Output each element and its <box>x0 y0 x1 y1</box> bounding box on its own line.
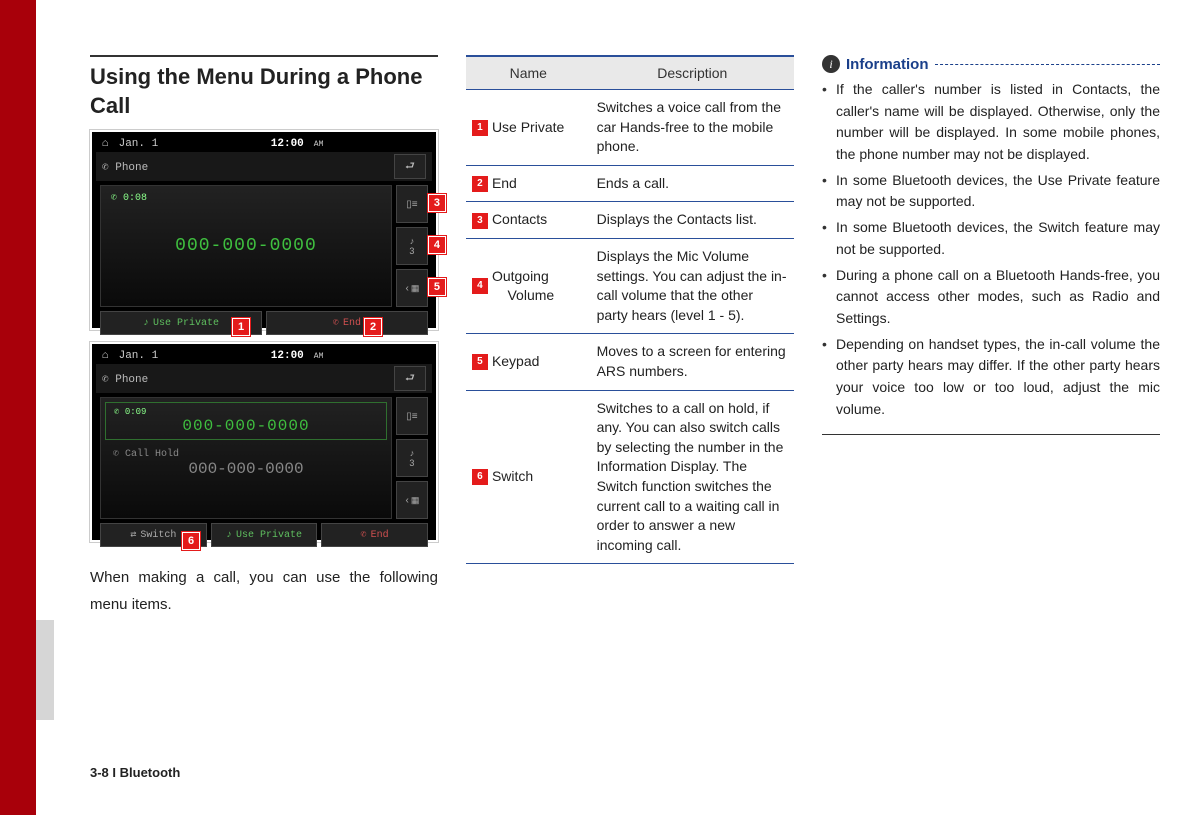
table-row: 4Outgoing Volume Displays the Mic Volume… <box>466 238 794 333</box>
info-item: During a phone call on a Bluetooth Hands… <box>822 265 1160 330</box>
mic-volume-icon: ♪ 3 <box>396 227 428 265</box>
date: Jan. 1 <box>119 350 159 362</box>
table-row: 3Contacts Displays the Contacts list. <box>466 202 794 239</box>
active-number: 000-000-0000 <box>114 417 378 435</box>
info-list: If the caller's number is listed in Cont… <box>822 79 1160 435</box>
column-1: Using the Menu During a Phone Call ⌂ Jan… <box>90 55 438 755</box>
call-duration: 0:09 <box>125 407 147 417</box>
page-footer: 3-8 I Bluetooth <box>90 765 180 780</box>
row-desc: Displays the Mic Volume settings. You ca… <box>591 238 794 333</box>
table-row: 1Use Private Switches a voice call from … <box>466 90 794 166</box>
call-number: 000-000-0000 <box>175 236 317 256</box>
row-desc: Switches a voice call from the car Hands… <box>591 90 794 166</box>
row-desc: Switches to a call on hold, if any. You … <box>591 390 794 564</box>
page-content: Using the Menu During a Phone Call ⌂ Jan… <box>90 55 1160 755</box>
time: 12:00 <box>271 350 304 362</box>
row-name: Switch <box>492 468 533 484</box>
th-name: Name <box>466 56 591 90</box>
contacts-icon: ▯≡ <box>396 185 428 223</box>
info-header: i Information <box>822 55 1160 73</box>
callout-5: 5 <box>428 278 446 296</box>
back-icon: ⮐ <box>394 366 426 391</box>
ampm: AM <box>314 352 324 361</box>
row-name: End <box>492 175 517 191</box>
column-3: i Information If the caller's number is … <box>822 55 1160 755</box>
phone-tab: Phone <box>115 162 148 174</box>
home-icon: ⌂ <box>102 350 109 362</box>
row-name: Use Private <box>492 119 564 135</box>
keypad-icon: ‹ ▦ <box>396 269 428 307</box>
row-name: Keypad <box>492 353 539 369</box>
row-name: Outgoing Volume <box>492 267 571 306</box>
info-item: In some Bluetooth devices, the Switch fe… <box>822 217 1160 260</box>
call-hold-label: Call Hold <box>125 449 179 460</box>
th-desc: Description <box>591 56 794 90</box>
screenshot-call-single: ⌂ Jan. 1 12:00 AM ✆ Phone ⮐ ✆ 0:08 000-0… <box>90 130 438 330</box>
section-heading: Using the Menu During a Phone Call <box>90 55 438 120</box>
end-button: ✆End <box>266 311 428 335</box>
phone-icon: ✆ <box>102 162 109 174</box>
use-private-button: ♪Use Private <box>211 523 318 547</box>
row-desc: Displays the Contacts list. <box>591 202 794 239</box>
grey-tab <box>36 620 54 720</box>
call-duration: 0:08 <box>123 193 147 204</box>
callout-6: 6 <box>182 532 200 550</box>
keypad-icon: ‹ ▦ <box>396 481 428 519</box>
callout-4: 4 <box>428 236 446 254</box>
row-desc: Moves to a screen for entering ARS numbe… <box>591 334 794 390</box>
callout-1: 1 <box>232 318 250 336</box>
callout-3: 3 <box>428 194 446 212</box>
table-row: 5Keypad Moves to a screen for entering A… <box>466 334 794 390</box>
end-button: ✆End <box>321 523 428 547</box>
mic-volume-icon: ♪ 3 <box>396 439 428 477</box>
info-divider <box>935 64 1161 65</box>
phone-tab: Phone <box>115 374 148 386</box>
info-item: In some Bluetooth devices, the Use Priva… <box>822 170 1160 213</box>
ampm: AM <box>314 140 324 149</box>
info-item: Depending on handset types, the in-call … <box>822 334 1160 421</box>
hold-number: 000-000-0000 <box>113 460 379 478</box>
info-title: Information <box>846 56 929 73</box>
row-name: Contacts <box>492 211 547 227</box>
red-spine <box>0 0 36 815</box>
info-item: If the caller's number is listed in Cont… <box>822 79 1160 166</box>
time: 12:00 <box>271 138 304 150</box>
feature-table: Name Description 1Use Private Switches a… <box>466 55 794 564</box>
table-row: 2End Ends a call. <box>466 165 794 202</box>
info-icon: i <box>822 55 840 73</box>
callout-2: 2 <box>364 318 382 336</box>
back-icon: ⮐ <box>394 154 426 179</box>
column-2: Name Description 1Use Private Switches a… <box>466 55 794 755</box>
screenshot-call-hold: ⌂ Jan. 1 12:00 AM ✆ Phone ⮐ ✆ 0:09 000-0… <box>90 342 438 542</box>
body-text: When making a call, you can use the foll… <box>90 564 438 618</box>
home-icon: ⌂ <box>102 138 109 150</box>
phone-icon: ✆ <box>102 374 109 386</box>
contacts-icon: ▯≡ <box>396 397 428 435</box>
table-row: 6Switch Switches to a call on hold, if a… <box>466 390 794 564</box>
row-desc: Ends a call. <box>591 165 794 202</box>
date: Jan. 1 <box>119 138 159 150</box>
